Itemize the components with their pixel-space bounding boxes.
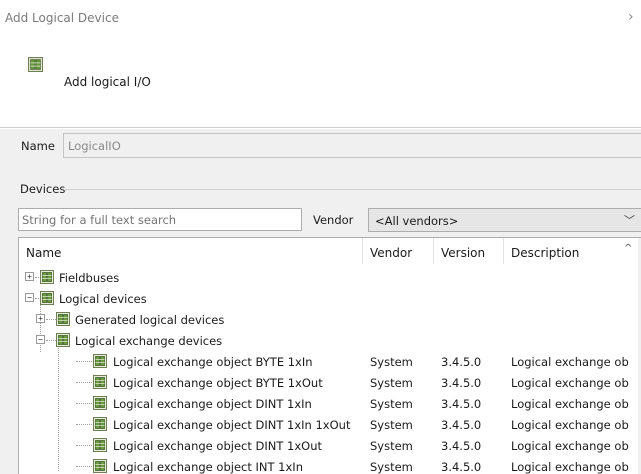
tree-connector (76, 424, 92, 425)
row-vendor: System (370, 355, 413, 369)
tree-row[interactable]: Logical exchange object DINT 1xIn System… (19, 393, 629, 414)
row-description: Logical exchange ob (511, 397, 629, 411)
name-label: Name (21, 139, 55, 153)
row-description: Logical exchange ob (511, 460, 629, 474)
chevron-down-icon: ﹀ (624, 214, 635, 227)
scroll-up-arrow-icon[interactable]: ^ (624, 243, 632, 254)
tree-row[interactable]: − Logical devices (19, 288, 619, 309)
row-version: 3.4.5.0 (441, 418, 482, 432)
name-input[interactable] (63, 133, 641, 158)
column-header-row: Name Vendor Version Description ^ (19, 238, 641, 264)
row-version: 3.4.5.0 (441, 439, 482, 453)
row-description: Logical exchange ob (511, 376, 629, 390)
row-name: Logical exchange object DINT 1xOut (113, 439, 323, 453)
row-name: Logical exchange object DINT 1xIn (113, 397, 312, 411)
devices-group-label: Devices (20, 182, 66, 196)
row-version: 3.4.5.0 (441, 376, 482, 390)
device-tree[interactable]: Name Vendor Version Description ^ + Fiel… (18, 237, 641, 474)
group-divider (65, 189, 641, 190)
column-header-vendor[interactable]: Vendor (370, 246, 412, 260)
tree-row[interactable]: + Fieldbuses (19, 267, 619, 288)
device-module-icon (56, 312, 70, 326)
row-name: Logical devices (59, 292, 147, 306)
dialog-title: Add Logical Device (5, 11, 119, 25)
row-version: 3.4.5.0 (441, 355, 482, 369)
tree-connector (76, 445, 92, 446)
collapse-icon[interactable]: − (25, 293, 34, 302)
tree-row[interactable]: Logical exchange object DINT 1xIn 1xOut … (19, 414, 629, 435)
row-name: Logical exchange object BYTE 1xOut (113, 376, 323, 390)
search-input[interactable] (18, 208, 302, 231)
tree-row[interactable]: Logical exchange object INT 1xIn System … (19, 456, 629, 474)
tree-row[interactable]: − Logical exchange devices (19, 330, 619, 351)
column-header-description[interactable]: Description (511, 246, 579, 260)
vendor-label: Vendor (313, 213, 354, 227)
row-description: Logical exchange ob (511, 439, 629, 453)
device-module-icon (28, 57, 43, 72)
device-module-icon (93, 375, 107, 389)
row-name: Logical exchange object BYTE 1xIn (113, 355, 313, 369)
column-separator[interactable] (503, 238, 504, 264)
device-module-icon (93, 354, 107, 368)
device-module-icon (93, 438, 107, 452)
row-vendor: System (370, 418, 413, 432)
column-header-version[interactable]: Version (441, 246, 485, 260)
row-version: 3.4.5.0 (441, 460, 482, 474)
column-header-name[interactable]: Name (26, 246, 61, 260)
row-name: Logical exchange object INT 1xIn (113, 460, 303, 474)
row-version: 3.4.5.0 (441, 397, 482, 411)
row-name: Logical exchange devices (75, 334, 223, 348)
column-separator[interactable] (433, 238, 434, 264)
row-description: Logical exchange ob (511, 418, 629, 432)
tree-connector (35, 298, 39, 299)
tree-connector (76, 403, 92, 404)
tree-connector (76, 361, 92, 362)
row-name: Logical exchange object DINT 1xIn 1xOut (113, 418, 351, 432)
device-module-icon (56, 333, 70, 347)
row-vendor: System (370, 397, 413, 411)
device-module-icon (93, 417, 107, 431)
dialog-header: Add logical I/O (0, 40, 641, 128)
vendor-dropdown[interactable]: <All vendors> ﹀ (368, 208, 641, 232)
tree-connector (35, 277, 39, 278)
dialog-titlebar: Add Logical Device › (0, 0, 641, 40)
tree-connector (76, 466, 92, 467)
row-vendor: System (370, 376, 413, 390)
tree-connector (76, 382, 92, 383)
device-module-icon (40, 270, 54, 284)
tree-row[interactable]: Logical exchange object BYTE 1xIn System… (19, 351, 629, 372)
device-module-icon (93, 396, 107, 410)
tree-connector (46, 319, 56, 320)
column-separator[interactable] (362, 238, 363, 264)
tree-connector (46, 340, 56, 341)
tree-row[interactable]: Logical exchange object BYTE 1xOut Syste… (19, 372, 629, 393)
row-description: Logical exchange ob (511, 355, 629, 369)
row-vendor: System (370, 460, 413, 474)
expand-icon[interactable]: + (36, 314, 45, 323)
device-module-icon (40, 291, 54, 305)
tree-row[interactable]: + Generated logical devices (19, 309, 619, 330)
collapse-icon[interactable]: − (36, 335, 45, 344)
vendor-selected-value: <All vendors> (375, 214, 459, 228)
row-name: Fieldbuses (59, 271, 120, 285)
row-vendor: System (370, 439, 413, 453)
expand-icon[interactable]: + (25, 272, 34, 281)
tree-row[interactable]: Logical exchange object DINT 1xOut Syste… (19, 435, 629, 456)
device-module-icon (93, 459, 107, 473)
close-icon[interactable]: › (628, 9, 634, 25)
header-text: Add logical I/O (64, 75, 151, 89)
row-name: Generated logical devices (75, 313, 225, 327)
